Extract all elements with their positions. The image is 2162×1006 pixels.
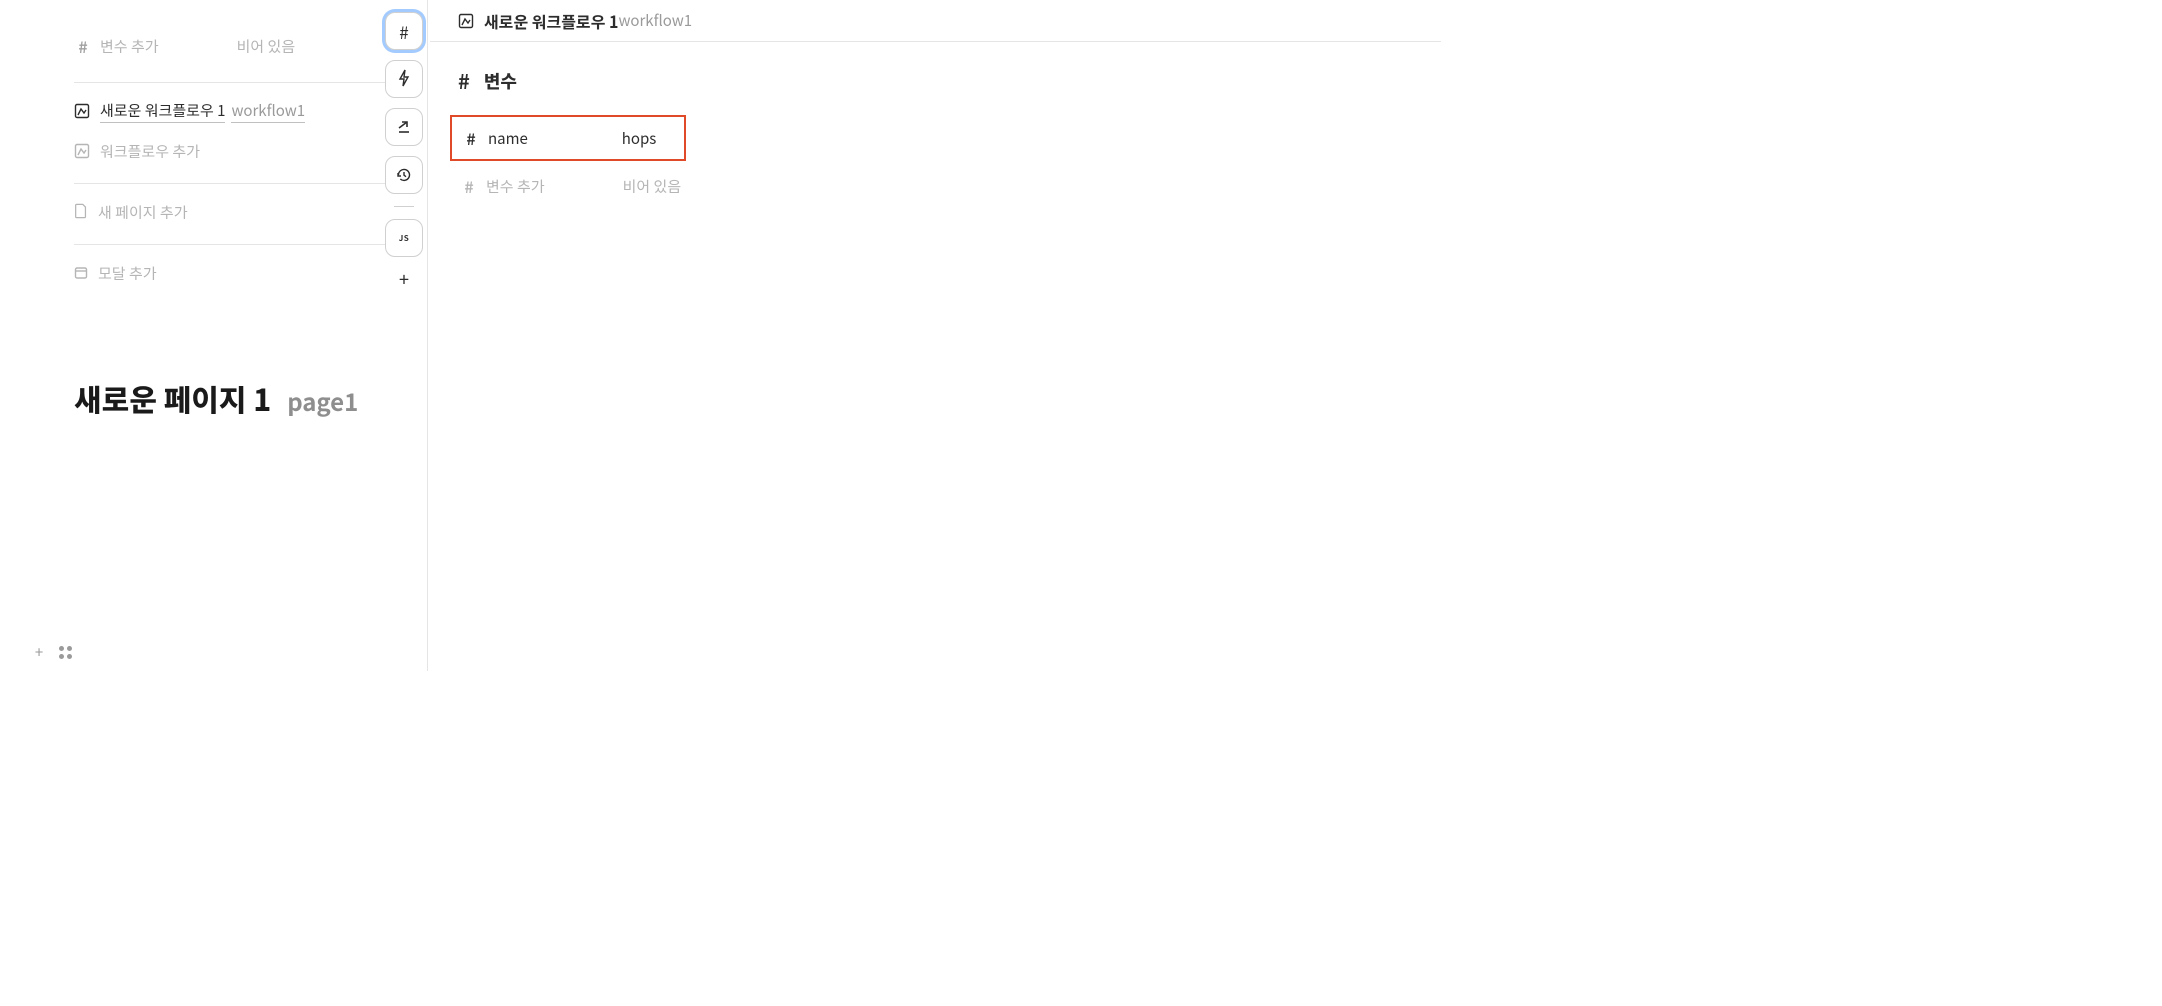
- right-pane: 새로운 워크플로우 1 workflow1 # 변수 # name hops #…: [430, 0, 1441, 671]
- plus-icon: +: [399, 266, 409, 292]
- workflow-add-row[interactable]: 워크플로우 추가: [74, 131, 421, 171]
- right-header: 새로운 워크플로우 1 workflow1: [430, 0, 1441, 42]
- toolbar-open-button[interactable]: [385, 108, 423, 146]
- plus-icon: +: [35, 642, 43, 663]
- variable-empty-label: 비어 있음: [623, 176, 682, 197]
- modal-add-row[interactable]: 모달 추가: [74, 253, 421, 293]
- bottom-left-tools: +: [30, 643, 74, 661]
- add-block-button[interactable]: +: [30, 643, 48, 661]
- left-pane: # 변수 추가 비어 있음 새로운 워크플로우 1 workflow1 워크플로…: [0, 0, 428, 671]
- toolbar-actions-button[interactable]: [385, 60, 423, 98]
- hash-icon: #: [399, 19, 408, 44]
- variable-key: name: [488, 128, 528, 149]
- variable-add-label: 변수 추가: [486, 176, 545, 197]
- hash-icon: #: [460, 174, 478, 198]
- lightning-icon: [397, 67, 411, 92]
- toolbar-variables-button[interactable]: #: [385, 12, 423, 50]
- page-title: 새로운 페이지 1: [74, 376, 271, 420]
- hash-icon: #: [458, 66, 470, 95]
- variable-add-row[interactable]: # 변수 추가 비어 있음: [74, 22, 421, 70]
- toolbar-history-button[interactable]: [385, 156, 423, 194]
- page-id: page1: [287, 383, 358, 418]
- section-title: # 변수: [430, 66, 1441, 95]
- page-title-block[interactable]: 새로운 페이지 1 page1: [74, 376, 358, 420]
- right-header-title: 새로운 워크플로우 1: [484, 9, 618, 33]
- workflow-add-label: 워크플로우 추가: [100, 141, 200, 162]
- variable-row[interactable]: # name hops: [452, 117, 684, 159]
- page-icon: [74, 200, 88, 224]
- workflow-title: 새로운 워크플로우 1: [100, 100, 225, 123]
- history-icon: [396, 163, 412, 188]
- variable-add-row[interactable]: # 변수 추가 비어 있음: [460, 165, 1441, 207]
- workflow-icon: [74, 103, 90, 119]
- workflow-item[interactable]: 새로운 워크플로우 1 workflow1: [74, 91, 421, 131]
- right-header-id: workflow1: [618, 10, 692, 31]
- page-add-label: 새 페이지 추가: [98, 202, 188, 223]
- divider: [74, 183, 421, 184]
- page-add-row[interactable]: 새 페이지 추가: [74, 192, 421, 232]
- workflow-icon: [74, 143, 90, 159]
- toolbar-add-button[interactable]: +: [385, 267, 423, 291]
- apps-button[interactable]: [56, 643, 74, 661]
- hash-icon: #: [74, 34, 92, 58]
- arrow-out-icon: [396, 115, 412, 140]
- toolbar: # JS +: [383, 12, 425, 291]
- toolbar-js-button[interactable]: JS: [385, 219, 423, 257]
- workflow-id: workflow1: [231, 100, 305, 123]
- variable-empty-label: 비어 있음: [237, 36, 296, 57]
- divider: [74, 244, 421, 245]
- grid-icon: [59, 646, 72, 659]
- modal-add-label: 모달 추가: [98, 263, 157, 284]
- workflow-icon: [458, 13, 474, 29]
- variable-value: hops: [622, 128, 656, 149]
- hash-icon: #: [462, 126, 480, 150]
- section-title-text: 변수: [484, 68, 517, 94]
- divider: [74, 82, 421, 83]
- variable-add-label: 변수 추가: [100, 36, 159, 57]
- variable-row-highlight: # name hops: [450, 115, 686, 161]
- toolbar-divider: [394, 206, 414, 207]
- modal-icon: [74, 261, 88, 285]
- js-icon: JS: [399, 233, 410, 244]
